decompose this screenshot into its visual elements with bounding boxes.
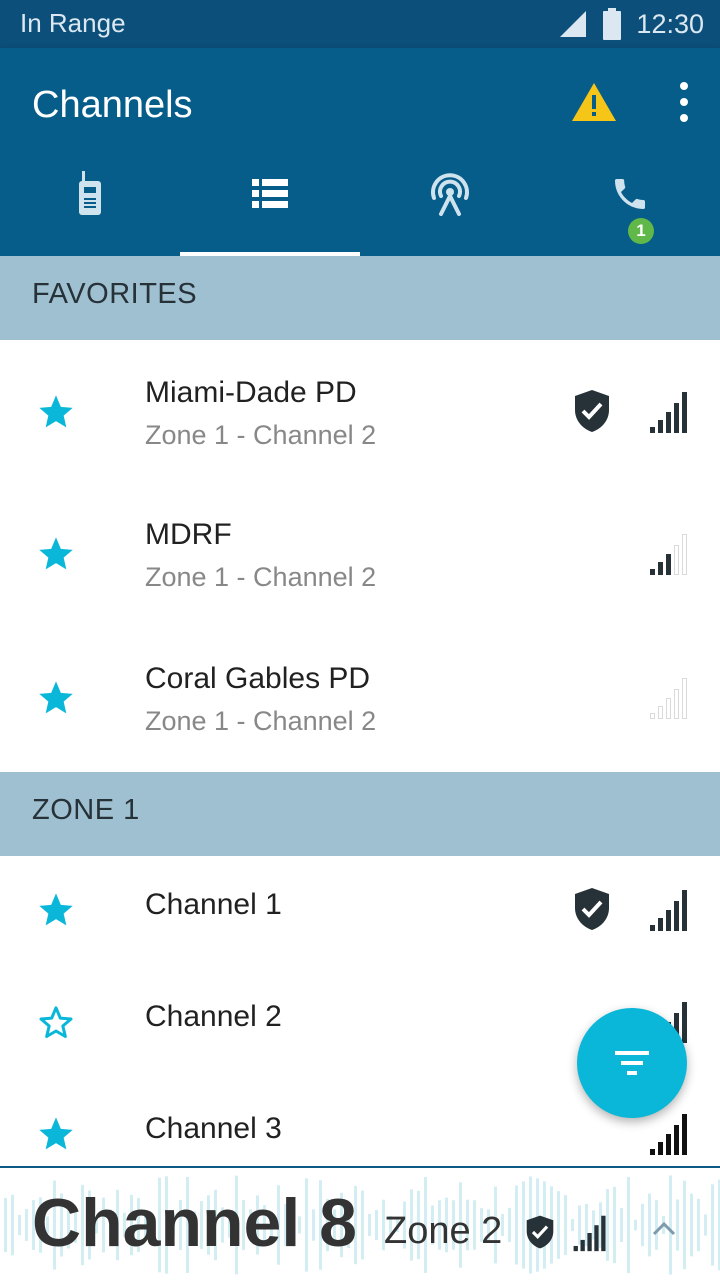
signal-strength-icon — [573, 1215, 606, 1252]
channel-row[interactable]: MDRF Zone 1 - Channel 2 — [0, 484, 720, 628]
channel-location: Zone 1 - Channel 2 — [145, 420, 377, 450]
channel-location: Zone 1 - Channel 2 — [145, 706, 377, 736]
waveform-bar — [690, 1193, 693, 1257]
channel-row[interactable]: Miami-Dade PD Zone 1 - Channel 2 — [0, 340, 720, 484]
warning-icon[interactable] — [570, 80, 618, 124]
waveform-bar — [515, 1185, 518, 1265]
secure-shield-icon — [575, 888, 609, 930]
waveform-bar — [25, 1209, 28, 1241]
waveform-bar — [641, 1203, 644, 1247]
phone-icon — [615, 179, 645, 209]
more-dot — [680, 114, 688, 122]
more-dot — [680, 82, 688, 90]
waveform-bar — [711, 1184, 714, 1266]
more-dot — [680, 98, 688, 106]
star-filled-icon[interactable] — [36, 678, 76, 718]
waveform-bar — [18, 1214, 21, 1236]
waveform-bar — [620, 1207, 623, 1243]
status-icons: 12:30 — [558, 6, 704, 42]
channel-name: MDRF — [145, 518, 232, 551]
star-filled-icon[interactable] — [36, 890, 76, 930]
star-outline-icon[interactable] — [36, 1002, 76, 1042]
filter-icon — [615, 1051, 649, 1075]
current-channel-bar[interactable]: Channel 8 Zone 2 — [0, 1166, 720, 1280]
tab-channel-list[interactable] — [180, 152, 360, 256]
waveform-bar — [11, 1194, 14, 1256]
waveform-bar — [508, 1207, 511, 1243]
app-bar: Channels 1 — [0, 48, 720, 256]
clock: 12:30 — [636, 8, 704, 39]
waveform-bar — [557, 1191, 560, 1259]
waveform-bar — [564, 1195, 567, 1255]
channel-name: Coral Gables PD — [145, 662, 371, 695]
filter-button[interactable] — [577, 1008, 687, 1118]
channel-row[interactable]: Channel 1 — [0, 856, 720, 968]
tab-radio[interactable] — [0, 152, 180, 256]
waveform-bar — [375, 1209, 378, 1241]
channel-name: Channel 2 — [145, 1000, 282, 1033]
waveform-bar — [697, 1198, 700, 1252]
list-icon — [252, 179, 288, 208]
star-filled-icon[interactable] — [36, 1114, 76, 1154]
channel-row[interactable]: Coral Gables PD Zone 1 - Channel 2 — [0, 628, 720, 772]
tab-broadcast[interactable] — [360, 152, 540, 256]
status-bar: In Range 12:30 — [0, 0, 720, 48]
network-status: In Range — [20, 8, 126, 38]
waveform-bar — [704, 1214, 707, 1236]
broadcast-icon — [431, 173, 469, 216]
star-filled-icon[interactable] — [36, 534, 76, 574]
waveform-bar — [4, 1197, 7, 1253]
signal-strength-icon — [650, 1114, 687, 1155]
section-header-zone-1: ZONE 1 — [0, 772, 720, 856]
cell-signal-icon — [560, 11, 587, 37]
current-zone: Zone 2 — [384, 1210, 503, 1252]
waveform-bar — [683, 1180, 686, 1270]
channel-name: Channel 3 — [145, 1112, 282, 1145]
radio-icon — [79, 171, 101, 215]
more-options-button[interactable] — [670, 82, 698, 122]
missed-calls-badge: 1 — [628, 218, 654, 244]
signal-strength-icon — [650, 534, 687, 575]
signal-strength-icon — [650, 678, 687, 719]
channel-name: Miami-Dade PD — [145, 376, 357, 409]
waveform-bar — [613, 1186, 616, 1264]
page-title: Channels — [32, 84, 193, 126]
waveform-bar — [361, 1190, 364, 1260]
tab-bar — [0, 152, 720, 256]
secure-shield-icon — [575, 390, 609, 432]
waveform-bar — [627, 1176, 630, 1274]
waveform-bar — [368, 1213, 371, 1237]
signal-strength-icon — [650, 890, 687, 931]
star-filled-icon[interactable] — [36, 392, 76, 432]
section-label: ZONE 1 — [32, 794, 140, 826]
chevron-up-icon[interactable] — [648, 1214, 680, 1246]
signal-strength-icon — [650, 392, 687, 433]
section-label: FAVORITES — [32, 278, 198, 310]
tab-calls[interactable] — [540, 152, 720, 256]
channel-name: Channel 1 — [145, 888, 282, 921]
battery-icon — [603, 8, 622, 40]
secure-shield-icon — [526, 1215, 554, 1249]
section-header-favorites: FAVORITES — [0, 256, 720, 340]
current-channel-name: Channel 8 — [32, 1185, 357, 1261]
channel-location: Zone 1 - Channel 2 — [145, 562, 377, 592]
waveform-bar — [634, 1219, 637, 1231]
